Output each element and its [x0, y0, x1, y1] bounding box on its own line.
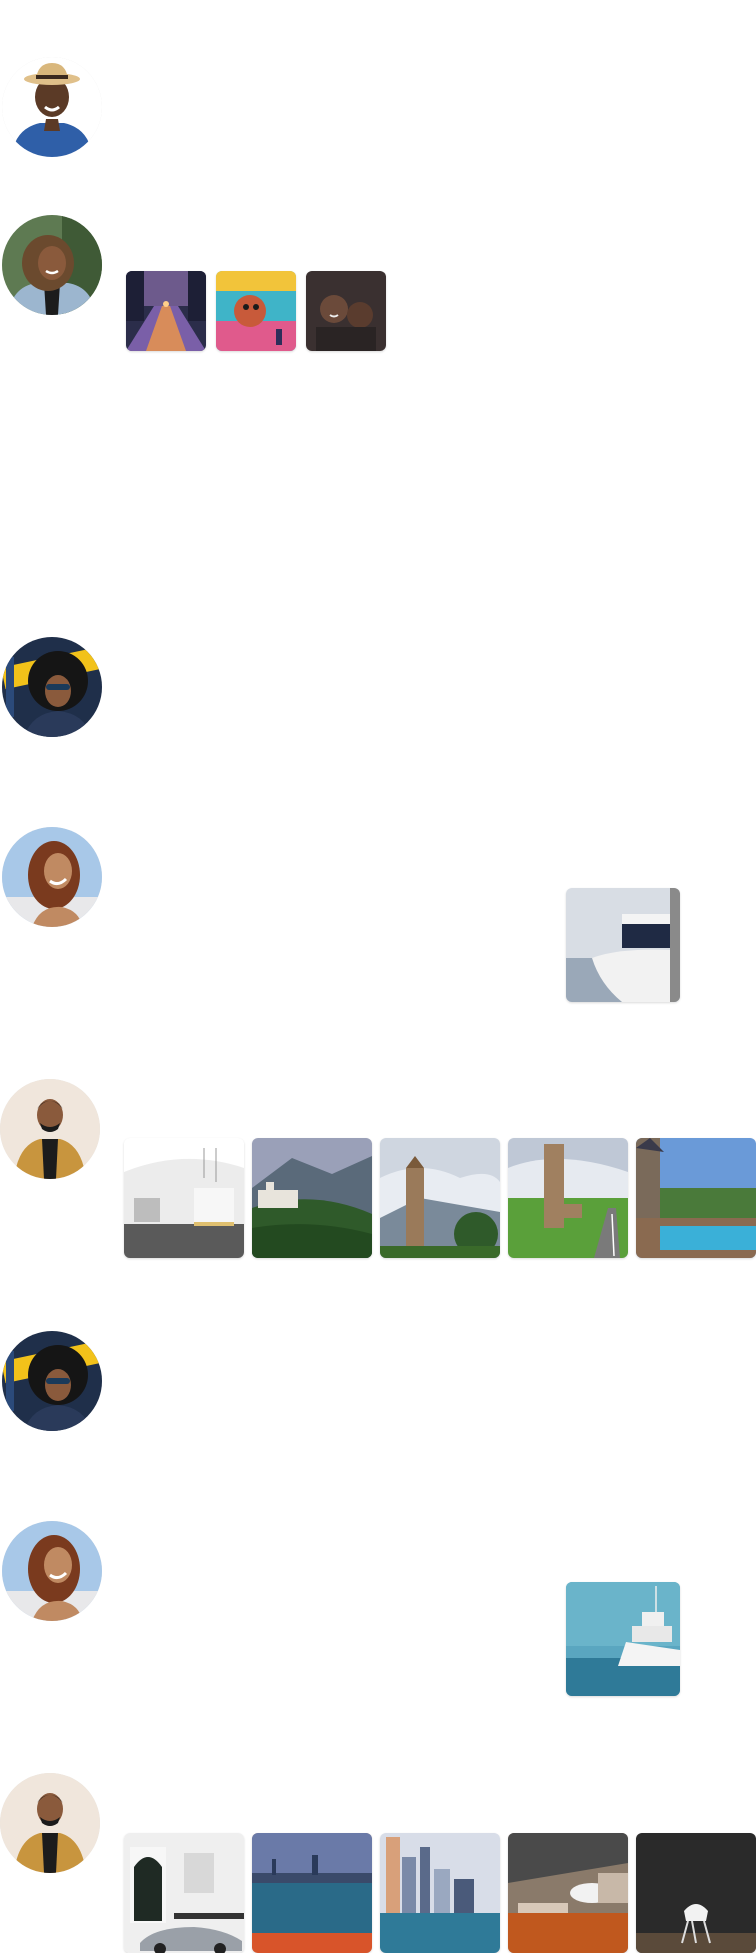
stone-tower-image[interactable] [380, 1138, 500, 1258]
avatar-post-6[interactable] [2, 1331, 102, 1431]
pool-house-image[interactable] [636, 1138, 756, 1258]
white-chair-dark-wall-image[interactable] [636, 1833, 756, 1953]
avatar-post-7[interactable] [2, 1521, 102, 1621]
avatar-man-mustard-coat-icon [0, 1079, 100, 1179]
modern-bathroom-image[interactable] [508, 1833, 628, 1953]
avatar-post-3[interactable] [2, 637, 102, 737]
city-skyline-water-image[interactable] [252, 1833, 372, 1953]
avatar-woman-curly-hair-icon [2, 827, 102, 927]
couple-selfie-image[interactable] [306, 271, 386, 351]
yacht-bow-image[interactable] [566, 888, 680, 1002]
white-yacht-sea-image[interactable] [566, 1582, 680, 1696]
mountain-castle-image[interactable] [252, 1138, 372, 1258]
avatar-woman-afro-sunglasses-icon [2, 1331, 102, 1431]
avatar-man-mustard-coat-icon [0, 1773, 100, 1873]
avatar-woman-curly-hair-icon [2, 1521, 102, 1621]
avatar-post-4[interactable] [2, 827, 102, 927]
skyscrapers-harbor-image[interactable] [380, 1833, 500, 1953]
white-interior-image[interactable] [124, 1138, 244, 1258]
avatar-man-straw-hat-icon [2, 57, 102, 157]
city-street-night-image[interactable] [126, 271, 206, 351]
avatar-post-2[interactable] [2, 215, 102, 315]
avatar-woman-denim-jacket-icon [2, 215, 102, 315]
bell-tower-road-image[interactable] [508, 1138, 628, 1258]
avatar-post-1[interactable] [2, 57, 102, 157]
avatar-post-8[interactable] [0, 1773, 100, 1873]
avatar-post-5[interactable] [0, 1079, 100, 1179]
townhouse-porsche-image[interactable] [124, 1833, 244, 1953]
avatar-woman-afro-sunglasses-icon [2, 637, 102, 737]
graffiti-wall-image[interactable] [216, 271, 296, 351]
